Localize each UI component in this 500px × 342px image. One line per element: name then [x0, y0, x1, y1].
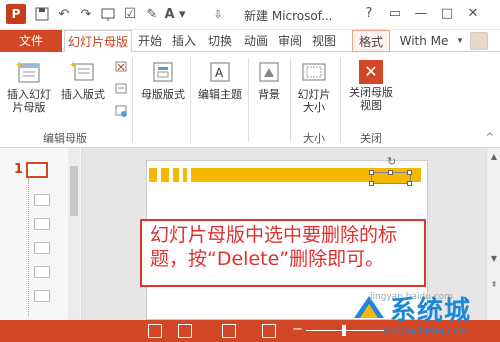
edit-theme-label: 编辑主题	[198, 88, 242, 101]
tab-file[interactable]: 文件	[0, 30, 62, 52]
close-window-button[interactable]: ✕	[462, 4, 484, 24]
close-master-view-label: 关闭母版视图	[349, 86, 393, 112]
svg-text:✦: ✦	[15, 60, 23, 71]
layout-thumbnail[interactable]	[34, 194, 50, 206]
slide-number: 1	[14, 162, 24, 177]
layout-thumbnail[interactable]	[34, 266, 50, 278]
account-name[interactable]: With Me	[394, 30, 454, 52]
rename-icon[interactable]	[114, 82, 128, 96]
resize-handle[interactable]	[369, 181, 374, 186]
resize-handle[interactable]	[407, 181, 412, 186]
tree-connector	[28, 178, 29, 316]
ribbon-separator	[132, 58, 133, 142]
close-master-view-button[interactable]: ✕ 关闭母版视图	[344, 60, 398, 112]
ribbon-separator	[248, 58, 249, 142]
tab-format[interactable]: 格式	[352, 30, 390, 52]
watermark: jingyan.baidu.com 系统城 xitongcheng.com	[346, 284, 500, 342]
layout-thumbnail[interactable]	[34, 218, 50, 230]
insert-layout-label: 插入版式	[61, 88, 105, 101]
thumbnail-scrollbar[interactable]	[68, 148, 80, 320]
background-button[interactable]: 背景	[252, 60, 286, 101]
resize-handle[interactable]	[388, 170, 393, 175]
tab-transitions[interactable]: 切换	[204, 30, 236, 52]
scroll-down-icon[interactable]: ▼	[489, 254, 499, 264]
reading-view-icon[interactable]	[222, 324, 236, 338]
tab-animations[interactable]: 动画	[240, 30, 272, 52]
account-dropdown-icon[interactable]: ▾	[454, 30, 466, 52]
resize-handle[interactable]	[369, 170, 374, 175]
master-layout-icon	[149, 60, 177, 86]
selected-title-placeholder[interactable]	[369, 170, 412, 186]
layout-thumbnail[interactable]	[34, 242, 50, 254]
layout-thumbnail[interactable]	[34, 290, 50, 302]
delete-slide-icon[interactable]	[114, 60, 128, 74]
instruction-annotation: 幻灯片母版中选中要删除的标题，按“Delete”删除即可。	[140, 219, 426, 287]
zoom-out-icon[interactable]: −	[292, 322, 303, 337]
close-master-icon: ✕	[359, 60, 383, 84]
insert-layout-icon: ✦	[69, 60, 97, 86]
window-title: 新建 Microsof...	[244, 9, 333, 23]
background-label: 背景	[258, 88, 280, 101]
normal-view-icon[interactable]	[148, 324, 162, 338]
group-label-edit-master: 编辑母版	[43, 132, 87, 145]
avatar[interactable]	[470, 32, 488, 50]
checkbox-icon[interactable]: ☑	[122, 4, 138, 24]
master-layout-label: 母版版式	[141, 88, 185, 101]
ribbon-separator	[290, 58, 291, 142]
insert-slide-master-button[interactable]: ✦ 插入幻灯片母版	[4, 60, 54, 114]
master-layout-button[interactable]: 母版版式	[138, 60, 188, 101]
watermark-title: 系统城	[390, 296, 472, 326]
group-label-size: 大小	[303, 132, 325, 145]
tab-view[interactable]: 视图	[308, 30, 340, 52]
ribbon-tabs: 文件 幻灯片母版 开始 插入 切换 动画 审阅 视图 格式 With Me ▾	[0, 30, 500, 53]
decor-stripe	[149, 168, 157, 182]
undo-icon[interactable]: ↶	[56, 4, 72, 24]
group-label-close: 关闭	[360, 132, 382, 145]
ribbon-display-button[interactable]: ▭	[384, 4, 406, 24]
slide-sorter-icon[interactable]	[178, 324, 192, 338]
font-color-icon[interactable]: A ▾	[164, 4, 186, 24]
decor-stripe	[173, 168, 179, 182]
tab-review[interactable]: 审阅	[274, 30, 306, 52]
maximize-button[interactable]: □	[436, 4, 458, 24]
ribbon-panel: ✦ 插入幻灯片母版 ✦ 插入版式 编辑母版 母版版式 A 编辑主题 背景 幻灯片…	[0, 52, 500, 148]
collapse-ribbon-icon[interactable]: ^	[486, 132, 494, 143]
decor-stripe	[161, 168, 169, 182]
watermark-url: xitongcheng.com	[382, 326, 469, 337]
redo-icon[interactable]: ↷	[78, 4, 94, 24]
master-thumbnail[interactable]	[26, 162, 48, 178]
tab-home[interactable]: 开始	[134, 30, 166, 52]
resize-handle[interactable]	[407, 170, 412, 175]
format-painter-icon[interactable]: ✎	[144, 4, 160, 24]
minimize-button[interactable]: —	[410, 4, 432, 24]
powerpoint-logo-icon: P	[6, 4, 26, 24]
decor-stripe	[183, 168, 187, 182]
save-icon[interactable]	[34, 4, 50, 24]
scrollbar-thumb[interactable]	[70, 166, 78, 216]
edit-theme-button[interactable]: A 编辑主题	[194, 60, 246, 101]
insert-slide-master-icon: ✦	[15, 60, 43, 86]
help-button[interactable]: ?	[358, 4, 380, 24]
slide-size-button[interactable]: 幻灯片大小	[294, 60, 334, 114]
svg-text:✦: ✦	[69, 60, 77, 71]
start-presentation-icon[interactable]	[100, 4, 116, 24]
rotate-handle-icon[interactable]: ↻	[387, 155, 396, 168]
insert-slide-master-label: 插入幻灯片母版	[7, 88, 51, 114]
slide-size-label: 幻灯片大小	[297, 88, 331, 114]
background-icon	[255, 60, 283, 86]
tab-slide-master[interactable]: 幻灯片母版	[64, 30, 132, 53]
ribbon-separator	[340, 58, 341, 142]
qat-more-icon[interactable]: ⇩	[210, 4, 226, 24]
title-bar: P ↶ ↷ ☑ ✎ A ▾ ⇩ 新建 Microsof... ? ▭ — □ ✕	[0, 0, 500, 30]
insert-layout-button[interactable]: ✦ 插入版式	[58, 60, 108, 101]
ribbon-separator	[190, 58, 191, 142]
scroll-up-icon[interactable]: ▲	[489, 152, 499, 162]
preserve-icon[interactable]	[114, 104, 128, 118]
edit-theme-icon: A	[206, 60, 234, 86]
tab-insert[interactable]: 插入	[168, 30, 200, 52]
slideshow-icon[interactable]	[262, 324, 276, 338]
svg-text:A: A	[215, 66, 224, 80]
slide-size-icon	[300, 60, 328, 86]
